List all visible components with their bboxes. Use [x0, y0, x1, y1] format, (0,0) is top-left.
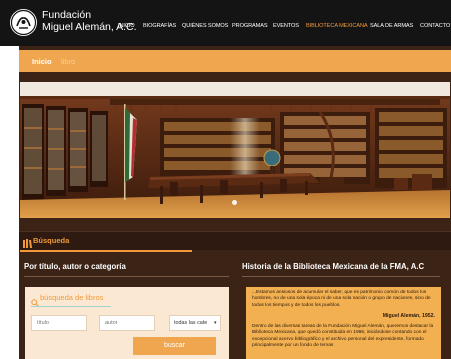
nav-item-biografias[interactable]: BIOGRAFÍAS — [143, 22, 176, 30]
busqueda-title[interactable]: Búsqueda — [33, 236, 69, 245]
library-interior-image — [20, 82, 450, 218]
nav-item-biblioteca-mexicana[interactable]: BIBLIOTECA MEXICANA — [306, 22, 368, 30]
library-photo-slider[interactable] — [20, 82, 450, 218]
nav-item-programas[interactable]: PROGRAMAS — [232, 22, 268, 30]
history-quote-signature: Miguel Alemán, 1952. — [382, 313, 435, 319]
history-section-heading: Historia de la Biblioteca Mexicana de la… — [242, 262, 425, 271]
brand-name-line1[interactable]: Fundación — [42, 9, 91, 21]
nav-item-sala-de-armas[interactable]: SALA DE ARMAS — [370, 22, 413, 30]
chevron-down-icon: ▾ — [214, 320, 217, 326]
slider-dot-1[interactable] — [232, 200, 237, 205]
nav-item-quienes-somos[interactable]: QUIÉNES SOMOS — [182, 22, 228, 30]
left-divider — [24, 276, 229, 277]
search-button-label: buscar — [163, 342, 185, 349]
history-quote: ...Estamos ansiosos de acumular el saber… — [252, 290, 431, 308]
search-button[interactable]: buscar — [133, 337, 216, 355]
breadcrumb — [19, 50, 451, 72]
nav-item-inicio[interactable]: INICIO — [118, 22, 135, 30]
search-section-heading: Por título, autor o categoría — [24, 262, 126, 271]
book-search-underline — [31, 306, 111, 307]
history-paragraph: Dentro de las diversas tareas de la Fund… — [252, 324, 434, 348]
nav-item-eventos[interactable]: EVENTOS — [273, 22, 299, 30]
fma-logo-icon[interactable] — [10, 9, 37, 36]
breadcrumb-home-link[interactable]: Inicio — [32, 57, 52, 66]
busqueda-underline — [20, 250, 192, 252]
busqueda-header-bar — [19, 231, 451, 250]
author-input[interactable] — [99, 315, 155, 331]
title-input[interactable] — [31, 315, 87, 331]
nav-item-contacto[interactable]: CONTACTO — [420, 22, 450, 30]
breadcrumb-current: libro — [61, 57, 76, 66]
right-divider — [242, 276, 440, 277]
category-select-value: todas las cate — [174, 320, 208, 326]
book-search-title: búsqueda de libros — [40, 293, 104, 302]
search-icon — [31, 294, 39, 312]
